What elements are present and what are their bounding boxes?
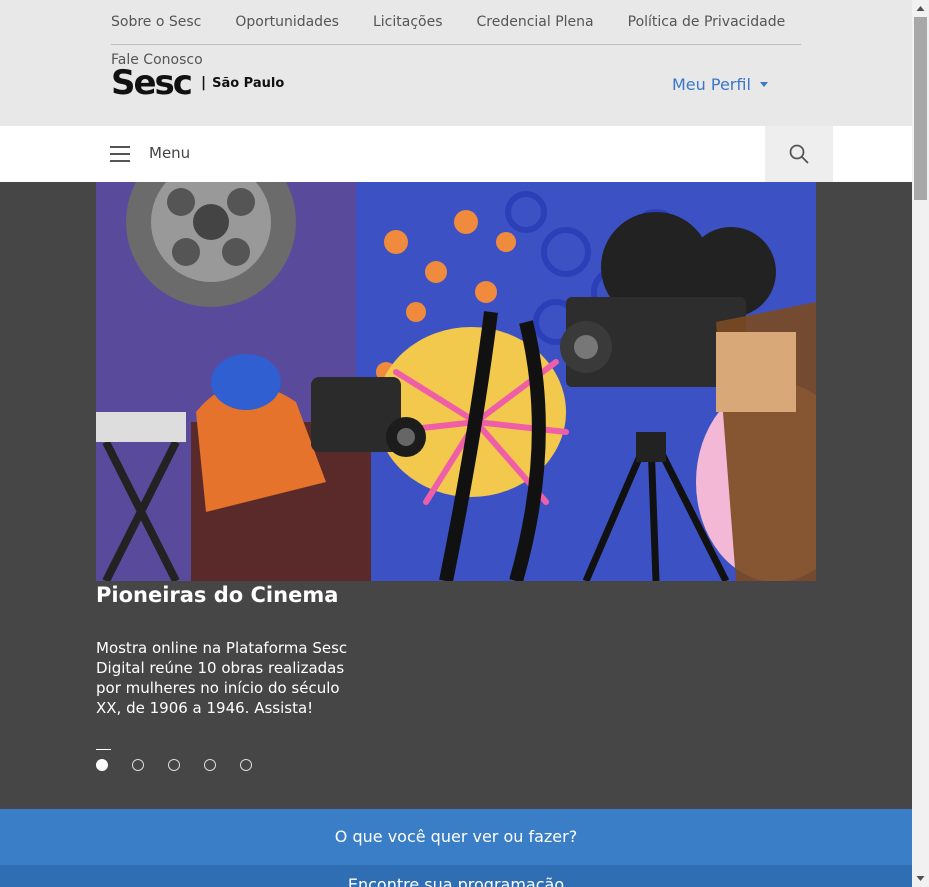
scroll-up-arrow-icon[interactable]: [912, 0, 929, 17]
logo-word: Sesc: [111, 63, 193, 103]
logo-separator: |: [200, 75, 207, 91]
link-privacidade[interactable]: Política de Privacidade: [628, 14, 786, 30]
carousel-dot-4[interactable]: [204, 759, 216, 771]
divider: [111, 44, 801, 45]
logo-city: São Paulo: [212, 75, 285, 91]
search-button[interactable]: [765, 126, 833, 182]
hero-banner-image[interactable]: [96, 182, 816, 581]
hero-description: Mostra online na Plataforma Sesc Digital…: [96, 639, 348, 717]
menu-label[interactable]: Menu: [149, 144, 190, 162]
top-links: Sobre o Sesc Oportunidades Licitações Cr…: [111, 14, 819, 30]
link-sobre[interactable]: Sobre o Sesc: [111, 14, 201, 30]
search-icon: [789, 144, 809, 164]
carousel-dot-5[interactable]: [240, 759, 252, 771]
scrollbar[interactable]: [912, 0, 929, 887]
sesc-logo[interactable]: Sesc | São Paulo: [111, 66, 284, 100]
carousel-progress-line: [96, 749, 111, 750]
link-oportunidades[interactable]: Oportunidades: [235, 14, 339, 30]
hero-title[interactable]: Pioneiras do Cinema: [96, 583, 338, 607]
caret-down-icon: [759, 82, 768, 87]
carousel-dot-2[interactable]: [132, 759, 144, 771]
menu-bar: Menu: [0, 126, 912, 182]
scroll-thumb[interactable]: [914, 17, 927, 200]
top-header: Sobre o Sesc Oportunidades Licitações Cr…: [0, 0, 912, 126]
carousel-dots: [96, 759, 276, 771]
hero-collage: [96, 182, 816, 581]
link-credencial[interactable]: Credencial Plena: [477, 14, 594, 30]
hamburger-icon[interactable]: [110, 146, 130, 162]
link-licitacoes[interactable]: Licitações: [373, 14, 443, 30]
scroll-down-arrow-icon[interactable]: [912, 870, 929, 887]
carousel-dot-3[interactable]: [168, 759, 180, 771]
cta-find-programming[interactable]: Encontre sua programação: [0, 865, 912, 887]
profile-label: Meu Perfil: [672, 75, 751, 94]
carousel-dot-1[interactable]: [96, 759, 108, 771]
cta-what-to-do[interactable]: O que você quer ver ou fazer?: [0, 809, 912, 865]
profile-dropdown[interactable]: Meu Perfil: [672, 75, 768, 94]
